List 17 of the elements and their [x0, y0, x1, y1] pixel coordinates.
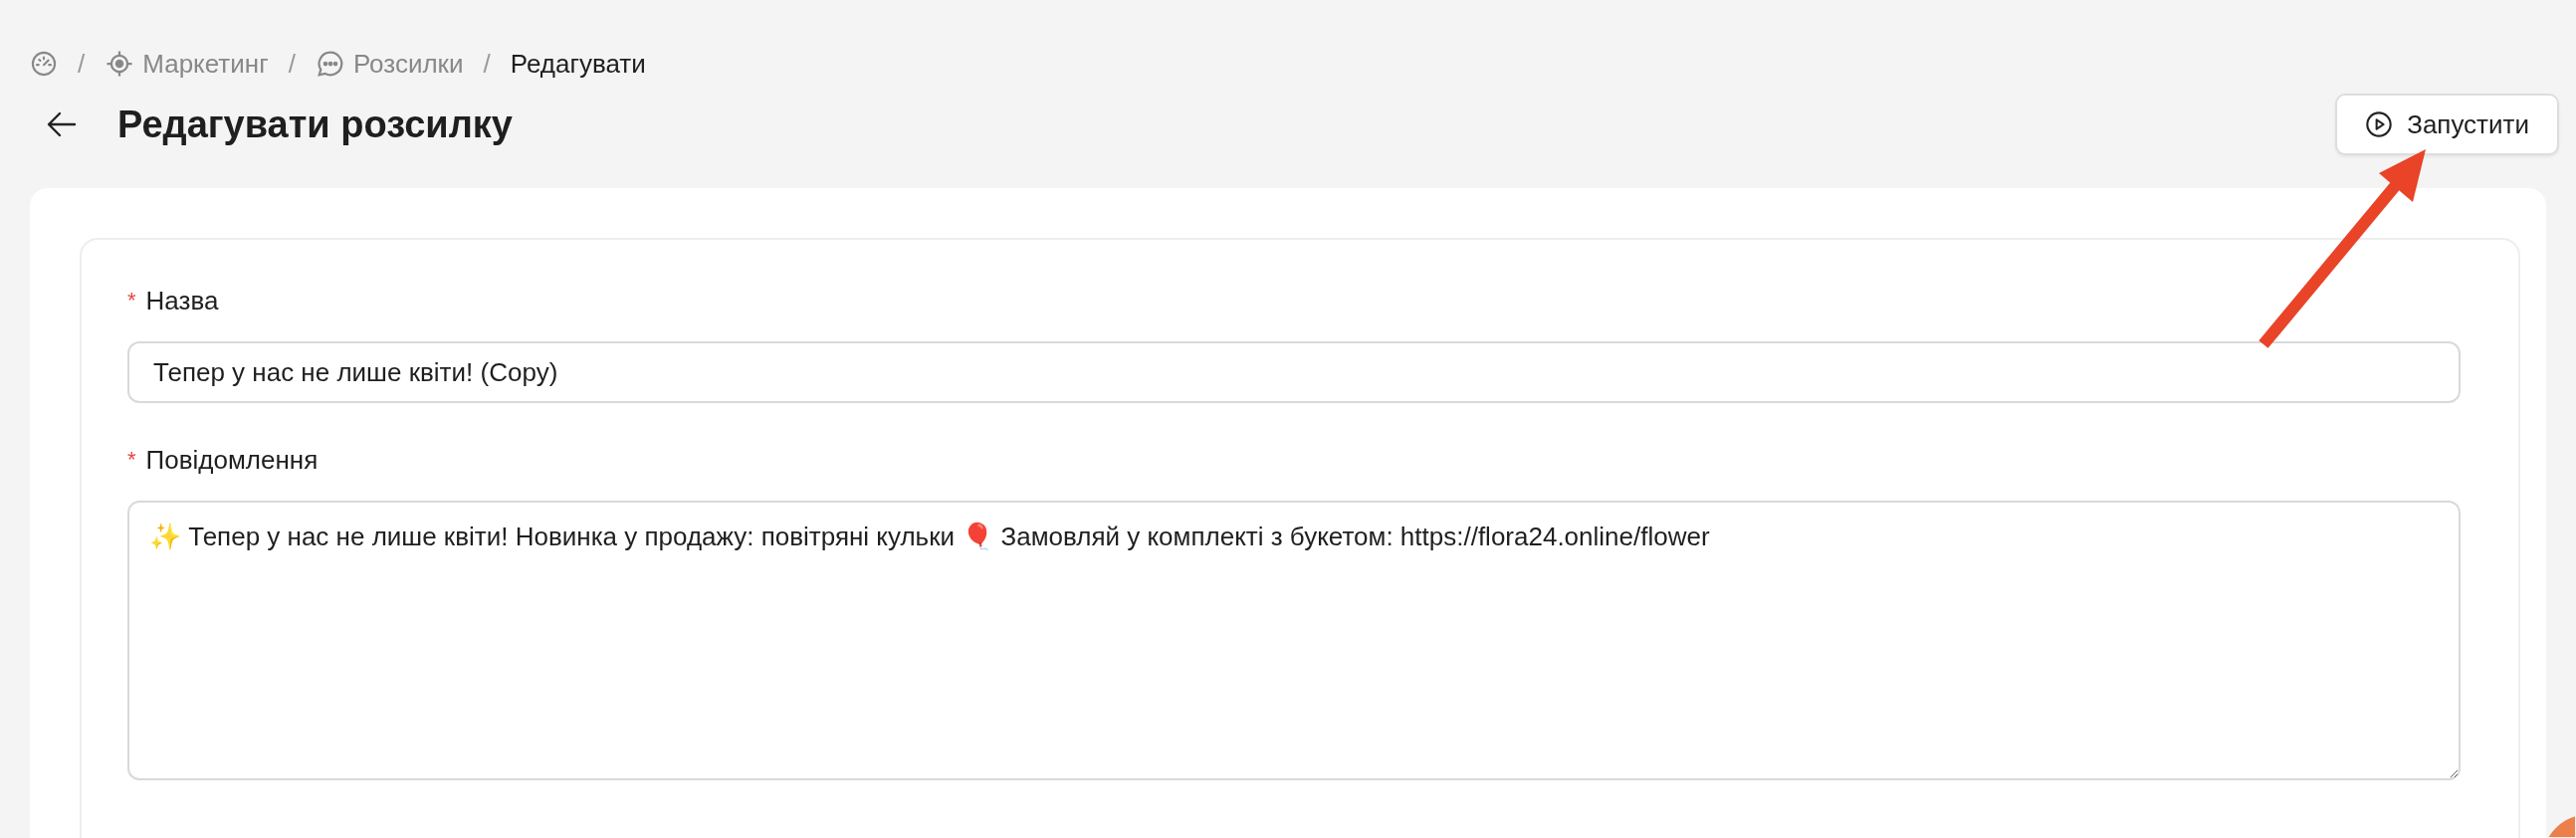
- page-title: Редагувати розсилку: [117, 103, 514, 146]
- message-field[interactable]: ✨ Тепер у нас не лише квіти! Новинка у продажу: повітряні кульки 🎈 Замовляй у комплекті з букетом: https://flora24.online/flower: [127, 501, 2461, 780]
- field-label: Повідомлення: [145, 444, 319, 476]
- chat-icon: [315, 49, 345, 79]
- name-field[interactable]: Тепер у нас не лише квіти! (Copy): [127, 341, 2461, 403]
- breadcrumb-link[interactable]: Редагувати: [510, 48, 646, 80]
- required-marker: *: [127, 447, 136, 473]
- back-button[interactable]: [46, 110, 78, 138]
- play-icon: [2365, 110, 2394, 138]
- field-label: Назва: [145, 285, 219, 316]
- back-arrow-icon: [46, 110, 78, 138]
- breadcrumb-separator: /: [483, 48, 491, 80]
- breadcrumb-separator: /: [288, 48, 296, 80]
- required-marker: *: [127, 288, 136, 314]
- target-icon: [105, 49, 135, 79]
- launch-button[interactable]: Запустити: [2335, 94, 2559, 155]
- breadcrumb-separator: /: [78, 48, 86, 80]
